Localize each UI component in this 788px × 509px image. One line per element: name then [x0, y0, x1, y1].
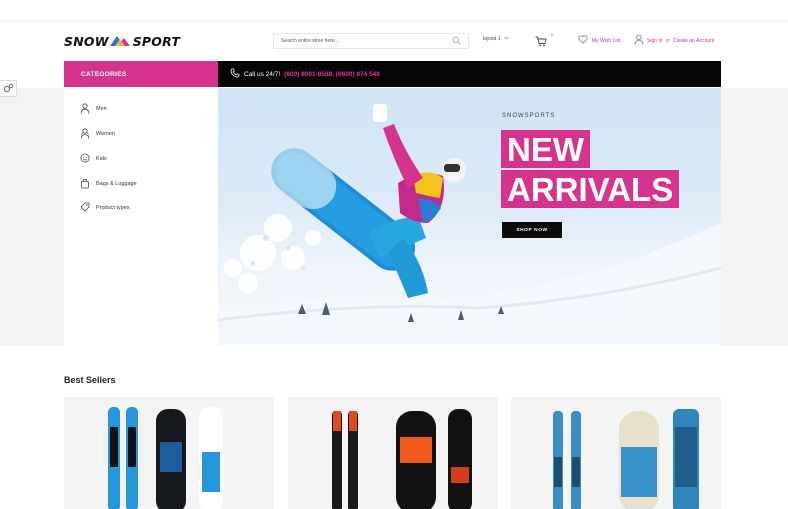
product-image-ski-3 — [553, 409, 699, 509]
woman-icon — [80, 127, 90, 141]
call-numbers: (800) 8001-8588, (0600) 874 548 — [284, 70, 380, 78]
sidebar-item-label: Product types — [96, 205, 130, 211]
sidebar-item-label: Men — [96, 106, 107, 112]
categories-header[interactable]: CATEGORIES — [64, 61, 218, 87]
page: SNOW SPORT layout 1 0 My Wish List Sig — [0, 0, 788, 509]
phone-icon — [230, 68, 240, 80]
right-gutter — [721, 88, 788, 346]
left-gutter — [0, 88, 64, 346]
hero-title-line1: NEW — [501, 130, 590, 168]
logo-text-right: SPORT — [132, 33, 181, 49]
sidebar-item-bags[interactable]: Bags & Luggage — [80, 178, 137, 190]
sidebar-item-label: Women — [96, 131, 115, 137]
tag-icon — [80, 202, 90, 214]
hero-title-line2: ARRIVALS — [501, 170, 680, 208]
cart-button[interactable]: 0 — [535, 32, 555, 51]
hero-kicker: SNOWSPORTS — [502, 113, 556, 119]
product-card-2[interactable] — [288, 397, 498, 509]
shop-now-button[interactable]: SHOP NOW — [502, 222, 562, 238]
top-divider — [0, 20, 788, 21]
sidebar-item-label: Bags & Luggage — [96, 181, 137, 187]
cart-count-badge: 0 — [550, 32, 553, 37]
layout-selector[interactable]: layout 1 — [483, 36, 509, 42]
call-us: Call us 24/7! (800) 8001-8588, (0600) 87… — [230, 67, 380, 81]
product-image-ski-2 — [332, 409, 472, 509]
search-input[interactable] — [281, 38, 452, 44]
search-icon[interactable] — [452, 32, 461, 50]
search-box[interactable] — [273, 33, 469, 49]
settings-gear-icon[interactable] — [0, 80, 17, 97]
heart-icon — [578, 35, 588, 46]
product-image-ski-1 — [108, 407, 223, 509]
chevron-down-icon — [503, 36, 509, 42]
kid-face-icon — [80, 153, 90, 165]
bag-icon — [80, 178, 90, 191]
hero-banner[interactable]: SNOWSPORTS NEW ARRIVALS SHOP NOW — [218, 88, 721, 346]
mountain-logo-icon — [109, 34, 132, 49]
wishlist-link[interactable]: My Wish List — [578, 35, 620, 46]
call-label: Call us 24/7! — [244, 70, 281, 78]
create-account-link[interactable]: Create an Account — [673, 38, 714, 44]
sidebar-item-product-types[interactable]: Product types — [80, 202, 130, 214]
best-sellers-title: Best Sellers — [64, 375, 116, 385]
logo-text-left: SNOW — [64, 33, 109, 49]
sidebar-item-women[interactable]: Women — [80, 127, 115, 141]
snowboarder-image — [218, 104, 721, 346]
logo[interactable]: SNOW SPORT — [64, 33, 180, 49]
user-icon — [634, 34, 644, 47]
sidebar-item-men[interactable]: Men — [80, 102, 107, 116]
sidebar-item-label: Kids — [96, 156, 107, 162]
wishlist-label: My Wish List — [592, 37, 621, 44]
sidebar-item-kids[interactable]: Kids — [80, 153, 107, 165]
product-card-1[interactable] — [64, 397, 274, 509]
signin-link[interactable]: Sign In — [647, 38, 663, 44]
account-links: Sign In or Create an Account — [634, 34, 714, 47]
man-icon — [80, 102, 90, 116]
cart-icon — [535, 34, 547, 51]
category-sidebar: Men Women Kids Bags & Luggage Product ty… — [64, 88, 218, 346]
product-card-3[interactable] — [511, 397, 721, 509]
layout-label: layout 1 — [483, 36, 501, 42]
or-text: or — [665, 37, 671, 44]
